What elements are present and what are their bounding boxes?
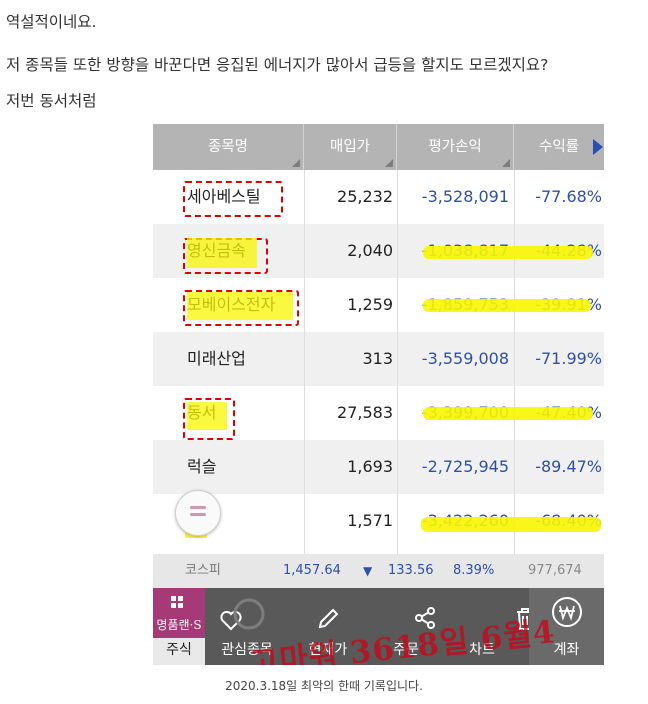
buy-price: 1,259 [347, 295, 393, 314]
yellow-highlight-stroke [423, 246, 593, 259]
app-logo: 명품랜·S [153, 588, 205, 638]
return-rate: -77.68% [535, 187, 602, 206]
header-profit-loss[interactable]: 평가손익 [397, 124, 514, 170]
post-line-2: 저 종목들 또한 방향을 바꾼다면 응집된 에너지가 많아서 급등을 할지도 모… [6, 56, 549, 74]
kospi-ticker-bar[interactable]: 코스피 1,457.64 ▼ 133.56 8.39% 977,674 [153, 554, 604, 588]
won-currency-icon [552, 597, 582, 627]
post-line-3: 저번 동서처럼 [6, 92, 97, 110]
profit-loss: -3,559,008 [421, 349, 509, 368]
stock-name: 럭슬 [187, 457, 217, 476]
kospi-volume: 977,674 [528, 563, 582, 578]
tab-label: 주식 [166, 642, 192, 658]
buy-price: 27,583 [337, 403, 393, 422]
floating-menu-button[interactable] [175, 490, 221, 536]
trading-app-screenshot: 종목명 매입가 평가손익 수익률 세아베스틸 25,232 -3,528,091… [153, 124, 604, 665]
kospi-change: 133.56 [388, 563, 434, 578]
yellow-highlight-stroke [421, 517, 601, 532]
return-rate: -89.47% [535, 457, 602, 476]
profit-loss: -3,528,091 [421, 187, 509, 206]
buy-price: 2,040 [347, 241, 393, 260]
yellow-highlight-stroke [423, 299, 591, 312]
header-return-rate[interactable]: 수익률 [514, 124, 604, 170]
header-buy-price[interactable]: 매입가 [304, 124, 397, 170]
column-divider [514, 170, 515, 554]
column-divider [304, 170, 305, 554]
post-line-1: 역설적이네요. [6, 13, 97, 31]
scroll-right-arrow-icon[interactable] [593, 139, 603, 155]
stock-name: 미래산업 [187, 349, 246, 368]
brand-name: 명품랜·S [156, 618, 202, 632]
yellow-highlight-stroke [187, 292, 293, 320]
menu-grid-icon [171, 596, 187, 612]
table-header: 종목명 매입가 평가손익 수익률 [153, 124, 604, 170]
buy-price: 313 [362, 349, 393, 368]
buy-price: 25,232 [337, 187, 393, 206]
profit-loss: -2,725,945 [421, 457, 509, 476]
table-row[interactable]: 럭슬 1,693 -2,725,945 -89.47% [153, 440, 604, 494]
kospi-change-pct: 8.39% [453, 563, 495, 578]
red-dashed-markup [183, 181, 283, 217]
table-row[interactable]: 미래산업 313 -3,559,008 -71.99% [153, 332, 604, 386]
yellow-highlight-stroke [187, 238, 257, 268]
column-divider [397, 170, 398, 554]
yellow-highlight-stroke [187, 402, 227, 430]
header-stock-name[interactable]: 종목명 [153, 124, 304, 170]
return-rate: -71.99% [535, 349, 602, 368]
kospi-index: 1,457.64 [283, 563, 341, 578]
buy-price: 1,571 [347, 511, 393, 530]
image-caption: 2020.3.18일 최악의 한때 기록입니다. [225, 679, 423, 693]
down-triangle-icon: ▼ [363, 564, 373, 578]
circle-icon [233, 598, 265, 630]
yellow-highlight-stroke [423, 407, 593, 420]
kospi-label: 코스피 [185, 563, 221, 578]
tab-stock[interactable]: 명품랜·S 주식 [153, 588, 205, 665]
buy-price: 1,693 [347, 457, 393, 476]
